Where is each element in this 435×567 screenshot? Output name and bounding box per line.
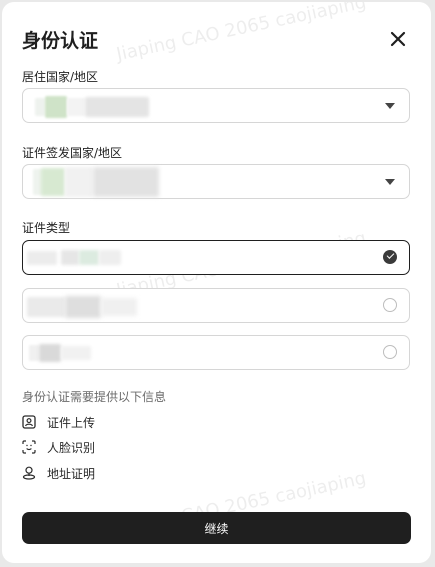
id-card-icon [22, 415, 36, 429]
redacted-value [79, 250, 99, 265]
redacted-value [65, 167, 93, 197]
radio-icon [383, 345, 397, 359]
dialog-title: 身份认证 [22, 30, 99, 52]
redacted-value [61, 250, 79, 265]
close-button[interactable] [387, 28, 409, 50]
chevron-down-icon [385, 179, 395, 185]
requirement-label: 证件上传 [47, 415, 96, 430]
face-scan-icon [22, 440, 36, 454]
document-type-option[interactable] [22, 288, 410, 323]
redacted-value [41, 168, 65, 196]
redacted-value [93, 167, 159, 197]
requirement-item: 地址证明 [22, 464, 95, 482]
requirement-label: 人脸识别 [47, 440, 96, 455]
redacted-value [27, 251, 57, 265]
requirements-title: 身份认证需要提供以下信息 [22, 390, 167, 404]
location-pin-icon [22, 466, 36, 480]
document-type-option[interactable] [22, 335, 410, 370]
chevron-down-icon [385, 103, 395, 109]
close-icon [390, 31, 406, 47]
residence-label: 居住国家/地区 [22, 70, 99, 84]
redacted-value [65, 296, 101, 318]
redacted-value [35, 98, 45, 116]
check-circle-icon [383, 250, 397, 264]
redacted-value [39, 344, 61, 362]
document-type-option[interactable] [22, 240, 410, 275]
redacted-value [99, 250, 121, 265]
residence-select[interactable] [22, 88, 410, 123]
redacted-value [45, 96, 67, 118]
requirement-item: 证件上传 [22, 413, 95, 431]
watermark: Jiaping CAO 2065 caojiaping [114, 2, 368, 66]
identity-verification-dialog: Jiaping CAO 2065 caojiaping Jiaping CAO … [2, 2, 431, 563]
radio-icon [383, 298, 397, 312]
redacted-value [101, 298, 137, 316]
requirement-label: 地址证明 [47, 466, 96, 481]
redacted-value [29, 345, 39, 361]
continue-button[interactable]: 继续 [22, 512, 411, 544]
document-type-label: 证件类型 [22, 221, 71, 235]
redacted-value [27, 297, 65, 317]
requirement-item: 人脸识别 [22, 438, 95, 456]
redacted-value [67, 98, 85, 116]
issuing-country-select[interactable] [22, 164, 410, 199]
redacted-value [61, 346, 91, 360]
issuing-country-label: 证件签发国家/地区 [22, 146, 123, 160]
redacted-value [85, 97, 149, 117]
